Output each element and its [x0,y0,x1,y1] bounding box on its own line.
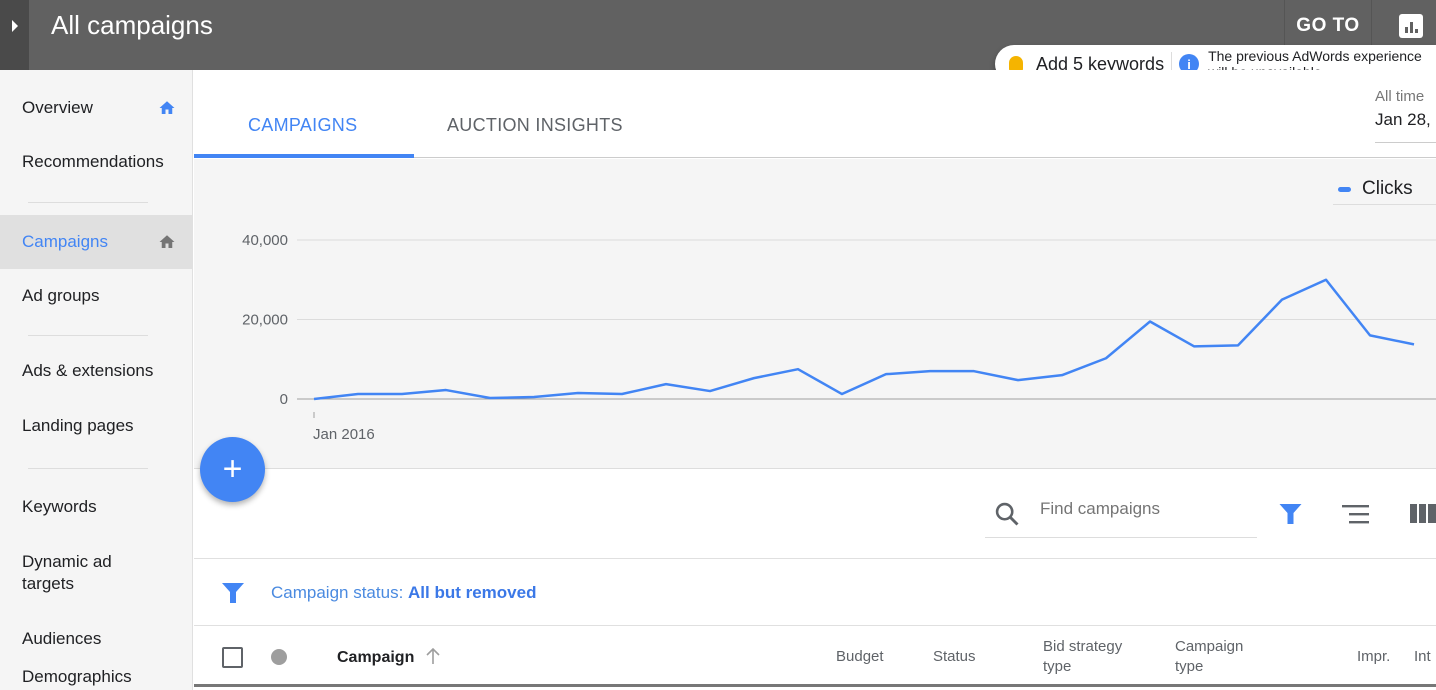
x-tick-label: Jan 2016 [313,426,375,443]
filter-icon[interactable] [221,581,245,605]
divider [28,202,148,203]
clicks-series-line [313,278,1415,401]
sidebar-item-ads-extensions[interactable]: Ads & extensions [0,360,192,390]
sidebar-item-label: Ad groups [22,286,100,305]
sidebar-item-label: Landing pages [22,416,134,435]
sidebar: Overview Recommendations Campaigns Ad gr… [0,70,193,690]
add-campaign-button[interactable]: + [200,437,265,502]
tab-auction-insights[interactable]: AUCTION INSIGHTS [447,115,623,136]
search-input[interactable] [1040,499,1250,519]
date-range-value[interactable]: Jan 28, [1375,110,1431,130]
divider [28,468,148,469]
home-icon [159,235,175,248]
filter-label: Campaign status: [271,583,409,602]
sidebar-item-audiences[interactable]: Audiences [0,628,192,658]
column-status[interactable]: Status [933,647,976,667]
y-tick-label: 20,000 [242,312,288,329]
sidebar-item-label: Dynamic ad targets [22,552,112,593]
sidebar-item-recommendations[interactable]: Recommendations [0,142,192,182]
sidebar-item-campaigns[interactable]: Campaigns [0,215,192,269]
caret-right-icon [11,20,18,32]
bar-chart-icon[interactable] [1399,14,1423,38]
filter-value: All but removed [408,583,537,602]
column-bid-strategy-type[interactable]: Bid strategy type [1043,637,1143,677]
sidebar-item-label: Demographics [22,667,132,686]
search-icon [995,502,1019,526]
table-header: Campaign Budget Status Bid strategy type… [194,627,1436,687]
columns-icon[interactable] [1410,504,1436,523]
sort-ascending-icon[interactable] [426,648,440,664]
tab-campaigns[interactable]: CAMPAIGNS [248,115,357,136]
active-tab-indicator [194,154,414,158]
column-campaign-type[interactable]: Campaign type [1175,637,1255,677]
column-interactions[interactable]: Int [1414,647,1431,667]
divider [1333,204,1436,205]
sidebar-item-landing-pages[interactable]: Landing pages [0,415,192,445]
filter-bar: Campaign status: All but removed [194,558,1436,626]
status-dot-icon [271,649,287,665]
filter-icon[interactable] [1278,502,1303,526]
sidebar-item-label: Keywords [22,497,97,516]
divider [28,335,148,336]
date-range-label[interactable]: All time [1375,88,1424,105]
segment-icon[interactable] [1342,504,1370,524]
y-tick-label: 0 [280,391,288,408]
sidebar-item-label: Ads & extensions [22,361,154,380]
sidebar-item-demographics[interactable]: Demographics [0,666,192,690]
column-campaign[interactable]: Campaign [337,648,414,668]
sidebar-item-label: Overview [22,98,93,117]
search-box [985,492,1257,538]
column-impressions[interactable]: Impr. [1357,647,1390,667]
expand-sidebar-button[interactable] [0,0,29,70]
campaign-status-filter[interactable]: Campaign status: All but removed [271,583,536,603]
select-all-checkbox[interactable] [222,647,243,668]
sidebar-item-keywords[interactable]: Keywords [0,496,192,526]
sidebar-item-label: Audiences [22,629,102,648]
clicks-chart: 40,000 20,000 0 Jan 2016 [242,232,1436,443]
y-tick-label: 40,000 [242,232,288,249]
tab-bar: CAMPAIGNS AUCTION INSIGHTS [194,70,1436,158]
sidebar-item-ad-groups[interactable]: Ad groups [0,280,192,320]
legend-label: Clicks [1362,178,1413,199]
page-title: All campaigns [51,10,213,40]
column-budget[interactable]: Budget [836,647,884,667]
sidebar-item-label: Campaigns [22,232,108,251]
legend-swatch [1338,186,1351,192]
sidebar-item-label: Recommendations [22,152,164,171]
chart-legend[interactable]: Clicks [1338,178,1413,200]
home-icon [159,101,175,114]
sidebar-item-dynamic-ad-targets[interactable]: Dynamic ad targets [0,551,192,597]
divider [1375,142,1436,143]
sidebar-item-overview[interactable]: Overview [0,86,192,130]
